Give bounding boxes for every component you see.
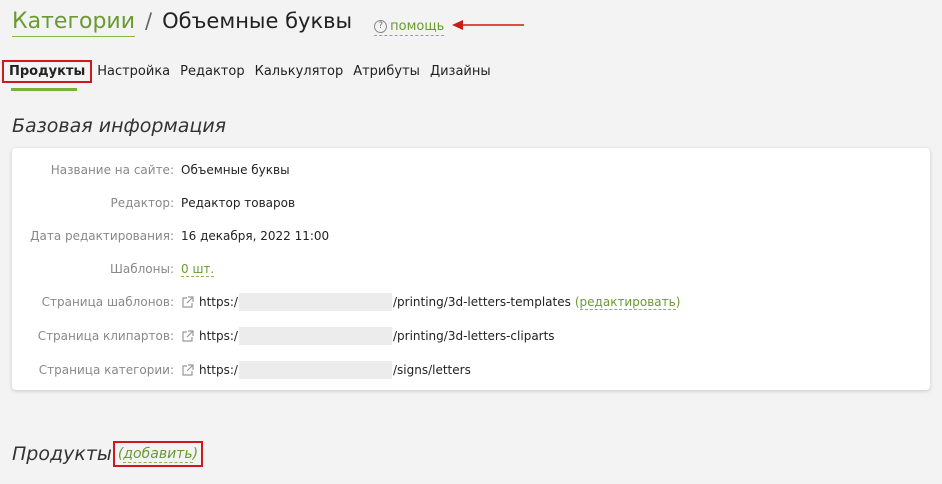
editor-value: Редактор товаров <box>181 196 296 210</box>
tab-settings[interactable]: Настройка <box>92 60 175 83</box>
url-path: /printing/3d-letters-cliparts <box>392 329 555 343</box>
url-path: /signs/letters <box>392 363 471 377</box>
templates-page-label: Страница шаблонов: <box>41 295 174 309</box>
site-name-label: Название на сайте: <box>50 163 174 177</box>
add-product-link[interactable]: добавить <box>123 446 193 463</box>
page-title: Объемные буквы <box>162 9 353 33</box>
templates-label: Шаблоны: <box>110 262 174 276</box>
tab-calculator[interactable]: Калькулятор <box>250 60 349 83</box>
basic-info-heading: Базовая информация <box>12 115 227 137</box>
external-link-icon <box>182 329 194 342</box>
category-page-url[interactable]: https:/ /signs/letters <box>181 361 471 379</box>
tab-products[interactable]: Продукты <box>2 60 93 83</box>
tab-designs[interactable]: Дизайны <box>425 60 496 83</box>
cliparts-page-url[interactable]: https:/ /printing/3d-letters-cliparts <box>181 327 555 345</box>
row-category-page: Страница категории: https:/ /signs/lette… <box>12 360 930 380</box>
tab-bar: Продукты Настройка Редактор Калькулятор … <box>2 60 496 83</box>
row-edit-date: Дата редактирования: 16 декабря, 2022 11… <box>12 226 930 246</box>
templates-count-link[interactable]: 0 шт. <box>181 262 215 277</box>
row-site-name: Название на сайте: Объемные буквы <box>12 160 930 180</box>
category-page-label: Страница категории: <box>38 363 174 377</box>
redacted-domain <box>238 293 392 311</box>
redacted-domain <box>238 327 392 345</box>
help-label: помощь <box>390 18 445 34</box>
tab-editor[interactable]: Редактор <box>175 60 249 83</box>
add-product-highlight: (добавить) <box>112 441 204 467</box>
red-arrow-annotation <box>452 20 524 30</box>
url-path: /printing/3d-letters-templates <box>392 295 571 309</box>
redacted-domain <box>238 361 392 379</box>
url-prefix: https:/ <box>199 295 238 309</box>
page-header: Категории / Объемные буквы ? помощь <box>12 8 445 40</box>
edit-date-label: Дата редактирования: <box>30 229 174 243</box>
site-name-value: Объемные буквы <box>181 163 290 177</box>
row-cliparts-page: Страница клипартов: https:/ /printing/3d… <box>12 326 930 346</box>
templates-page-url[interactable]: https:/ /printing/3d-letters-templates (… <box>181 293 680 311</box>
cliparts-page-label: Страница клипартов: <box>37 329 174 343</box>
active-tab-underline <box>11 88 77 91</box>
external-link-icon <box>182 363 194 376</box>
row-templates-page: Страница шаблонов: https:/ /printing/3d-… <box>12 292 930 312</box>
breadcrumb-separator: / <box>145 9 153 33</box>
row-editor: Редактор: Редактор товаров <box>12 193 930 213</box>
url-prefix: https:/ <box>199 329 238 343</box>
products-heading: Продукты <box>12 443 112 465</box>
products-heading-row: Продукты (добавить) <box>12 441 204 467</box>
basic-info-card: Название на сайте: Объемные буквы Редакт… <box>12 148 930 390</box>
question-icon: ? <box>374 20 388 33</box>
tab-attributes[interactable]: Атрибуты <box>348 60 425 83</box>
row-templates: Шаблоны: 0 шт. <box>12 259 930 279</box>
editor-label: Редактор: <box>110 196 174 210</box>
help-link[interactable]: ? помощь <box>374 18 445 36</box>
url-prefix: https:/ <box>199 363 238 377</box>
breadcrumb-categories-link[interactable]: Категории <box>12 8 136 37</box>
external-link-icon <box>182 295 194 308</box>
edit-date-value: 16 декабря, 2022 11:00 <box>181 229 330 243</box>
edit-templates-link[interactable]: редактировать <box>579 295 676 310</box>
